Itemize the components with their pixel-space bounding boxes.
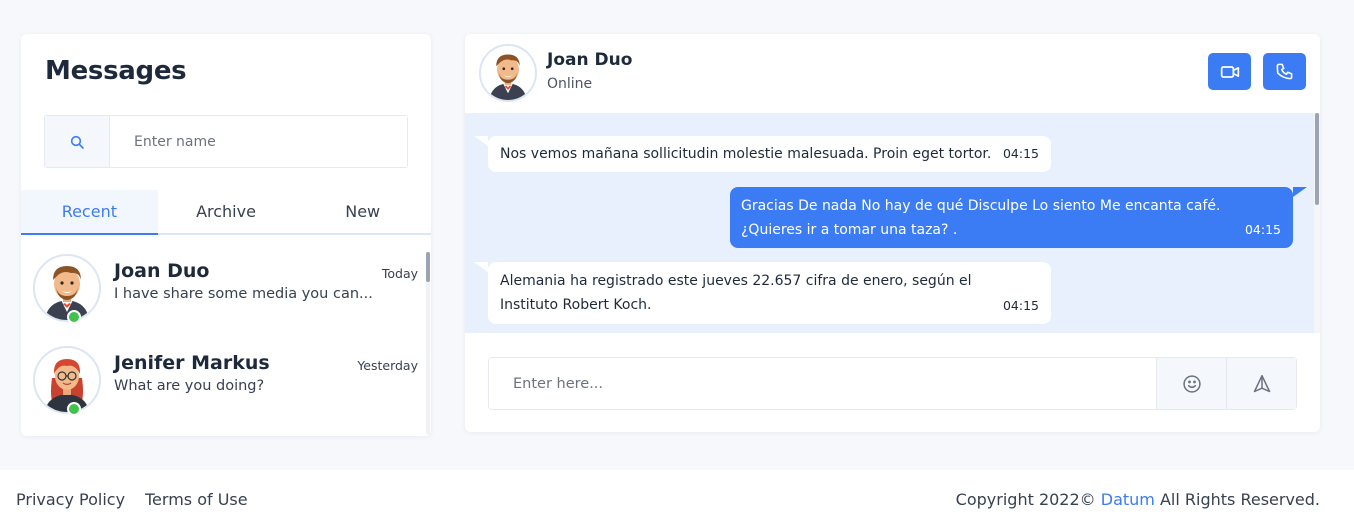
messages-panel: Messages Recent Archive New: [21, 34, 431, 436]
contact-name: Joan Duo: [114, 260, 210, 282]
page-footer: Privacy Policy Terms of Use Copyright 20…: [0, 470, 1354, 528]
search-icon: [70, 135, 84, 149]
chat-contact-name: Joan Duo: [547, 50, 633, 70]
terms-of-use-link[interactable]: Terms of Use: [145, 490, 248, 509]
message-time: 04:15: [1244, 222, 1281, 237]
contact-search: [44, 115, 408, 168]
message-composer: [488, 357, 1297, 410]
avatar: [33, 346, 101, 416]
contact-preview: What are you doing?: [114, 378, 265, 394]
chat-panel: Joan Duo Online Nos vemos mañana sollici…: [465, 34, 1320, 432]
emoji-button[interactable]: [1156, 358, 1226, 409]
female-avatar-icon: [35, 348, 99, 412]
chat-contact-status: Online: [547, 76, 593, 92]
copyright-suffix: All Rights Reserved.: [1159, 490, 1320, 509]
brand-link[interactable]: Datum: [1101, 490, 1155, 509]
message-time: 04:15: [1002, 146, 1039, 161]
chat-avatar: [479, 44, 537, 102]
tab-new[interactable]: New: [294, 190, 431, 233]
incoming-message: Alemania ha registrado este jueves 22.65…: [474, 262, 1051, 324]
outgoing-message: Gracias De nada No hay de qué Disculpe L…: [730, 187, 1307, 248]
chat-messages: Nos vemos mañana sollicitudin molestie m…: [465, 113, 1320, 333]
search-button[interactable]: [45, 116, 110, 167]
contact-preview: I have share some media you can...: [114, 286, 373, 302]
message-input[interactable]: [489, 358, 1156, 409]
contact-time: Yesterday: [357, 358, 418, 373]
send-icon: [1253, 374, 1270, 392]
contact-info: Jenifer Markus Yesterday What are you do…: [114, 352, 418, 394]
contact-item[interactable]: Jenifer Markus Yesterday What are you do…: [21, 346, 431, 436]
video-icon: [1220, 65, 1239, 78]
online-status-dot: [67, 310, 81, 324]
contact-list-scrollbar-thumb[interactable]: [426, 252, 430, 282]
chat-scrollbar-thumb[interactable]: [1315, 113, 1319, 205]
message-text: Gracias De nada No hay de qué Disculpe L…: [741, 198, 1221, 238]
contact-list: Joan Duo Today I have share some media y…: [21, 254, 431, 436]
phone-icon: [1276, 63, 1293, 80]
copyright-notice: Copyright 2022© Datum All Rights Reserve…: [956, 490, 1320, 509]
copyright-prefix: Copyright 2022©: [955, 490, 1096, 509]
contact-time: Today: [381, 266, 418, 281]
message-tabs: Recent Archive New: [21, 190, 431, 235]
message-time: 04:15: [1002, 298, 1039, 313]
incoming-message: Nos vemos mañana sollicitudin molestie m…: [474, 136, 1051, 172]
privacy-policy-link[interactable]: Privacy Policy: [16, 490, 125, 509]
tab-recent[interactable]: Recent: [21, 190, 158, 235]
online-status-dot: [67, 402, 81, 416]
male-avatar-icon: [35, 256, 99, 320]
send-button[interactable]: [1226, 358, 1296, 409]
avatar: [33, 254, 101, 324]
smile-icon: [1182, 374, 1201, 393]
voice-call-button[interactable]: [1263, 53, 1306, 90]
messages-title: Messages: [45, 56, 187, 86]
contact-info: Joan Duo Today I have share some media y…: [114, 260, 418, 302]
video-call-button[interactable]: [1208, 53, 1251, 90]
search-input[interactable]: [110, 116, 407, 167]
contact-item[interactable]: Joan Duo Today I have share some media y…: [21, 254, 431, 346]
message-text: Alemania ha registrado este jueves 22.65…: [500, 273, 972, 313]
message-text: Nos vemos mañana sollicitudin molestie m…: [500, 146, 992, 162]
tab-archive[interactable]: Archive: [158, 190, 295, 233]
male-avatar-icon: [481, 46, 535, 100]
chat-header: Joan Duo Online: [465, 34, 1320, 113]
